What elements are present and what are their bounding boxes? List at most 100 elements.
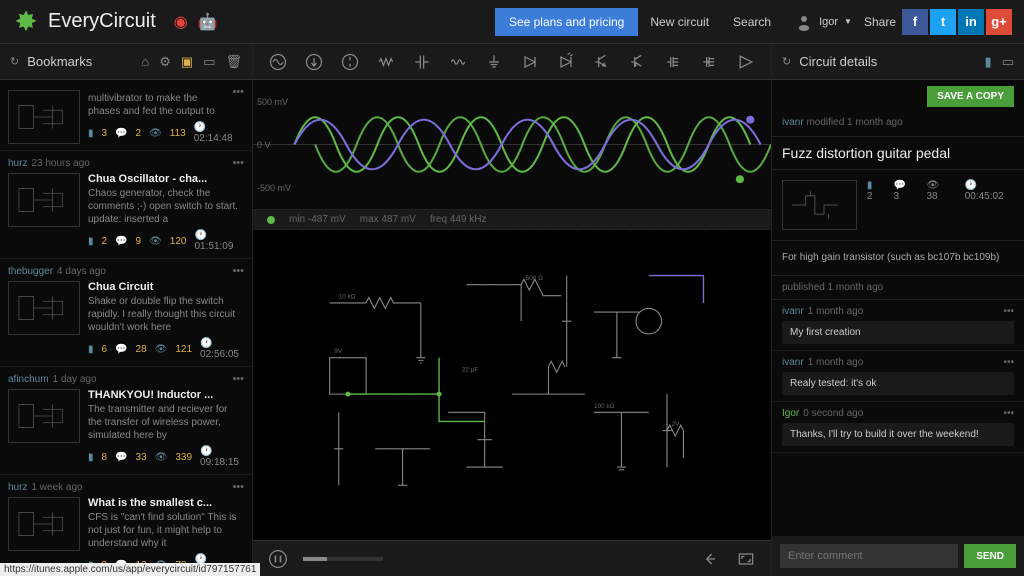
bookmark-author[interactable]: afinchum [8, 374, 49, 385]
comment-author[interactable]: Igor [782, 408, 799, 419]
component-toolbar [253, 44, 771, 80]
more-icon[interactable]: ••• [232, 373, 244, 385]
home-icon[interactable]: ⌂ [141, 54, 149, 69]
comment-body: Realy tested: it's ok [782, 372, 1014, 395]
playback-bar [253, 540, 771, 576]
resistor-icon[interactable] [375, 51, 397, 73]
pnp-icon[interactable] [627, 51, 649, 73]
fullscreen-button[interactable] [735, 548, 757, 570]
comments-list[interactable]: ivanr1 month ago•••My first creationivan… [772, 300, 1024, 536]
undo-button[interactable] [699, 548, 721, 570]
scope-max: max 487 mV [360, 214, 416, 225]
scope-ymax: 500 mV [257, 97, 291, 107]
bookmark-list[interactable]: ••• multivibrator to make the phases and… [0, 80, 252, 576]
bookmark-time: 4 days ago [57, 266, 106, 277]
scope-min: min -487 mV [289, 214, 346, 225]
circuit-author-meta: ivanr modified 1 month ago [772, 113, 1024, 132]
sine-source-icon[interactable] [267, 51, 289, 73]
npn-icon[interactable] [591, 51, 613, 73]
bookmark-icon[interactable]: ▮ [985, 54, 992, 70]
circuit-title: Fuzz distortion guitar pedal [772, 136, 1024, 170]
comment-item: ivanr1 month ago•••My first creation [772, 300, 1024, 351]
circuit-canvas[interactable]: 10 kΩ500 Ω 22 µF100 kΩ 9V2V [253, 230, 771, 540]
svg-text:9V: 9V [334, 348, 343, 355]
save-copy-button[interactable]: SAVE A COPY [927, 86, 1014, 107]
bookmark-author[interactable]: thebugger [8, 266, 53, 277]
svg-text:500 Ω: 500 Ω [526, 275, 543, 282]
new-circuit-link[interactable]: New circuit [650, 15, 709, 29]
bookmark-desc: multivibrator to make the phases and fed… [88, 92, 232, 118]
comment-form: SEND [772, 536, 1024, 576]
plans-pricing-button[interactable]: See plans and pricing [495, 8, 638, 36]
bookmark-item[interactable]: thebugger4 days ago••• Chua CircuitShake… [0, 259, 252, 367]
bookmark-desc: CFS is "can't find solution" This is not… [88, 511, 244, 550]
gear-icon[interactable]: ⚙ [159, 54, 171, 70]
svg-text:22 µF: 22 µF [462, 366, 479, 373]
more-icon[interactable]: ••• [1003, 357, 1014, 368]
more-icon[interactable]: ••• [232, 481, 244, 493]
facebook-button[interactable]: f [902, 9, 928, 35]
comment-author[interactable]: ivanr [782, 357, 804, 368]
comment-icon[interactable]: ▭ [1002, 54, 1014, 70]
details-panel: ↻ Circuit details ▮ ▭ SAVE A COPY ivanr … [771, 44, 1024, 576]
bookmark-item[interactable]: ••• multivibrator to make the phases and… [0, 80, 252, 151]
trash-icon[interactable]: 🗑 [225, 54, 242, 70]
oscilloscope[interactable]: 500 mV 0 V -500 mV [253, 80, 771, 210]
inductor-icon[interactable] [447, 51, 469, 73]
more-icon[interactable]: ••• [1003, 306, 1014, 317]
bookmarks-sidebar: ↻ Bookmarks ⌂ ⚙ ▣ ▭ 🗑 ••• multivibrator … [0, 44, 253, 576]
scope-ymid: 0 V [257, 140, 291, 150]
bookmark-author[interactable]: hurz [8, 482, 27, 493]
android-icon[interactable]: 🤖 [198, 12, 218, 32]
pause-button[interactable] [267, 548, 289, 570]
refresh-icon[interactable]: ↻ [10, 55, 19, 68]
twitter-button[interactable]: t [930, 9, 956, 35]
bookmark-stats: ▮6💬28👁121🕐 02:56:05 [88, 338, 244, 360]
bookmark-item[interactable]: hurz1 week ago••• What is the smallest c… [0, 475, 252, 576]
comment-item: ivanr1 month ago•••Realy tested: it's ok [772, 351, 1024, 402]
capacitor-icon[interactable] [411, 51, 433, 73]
speed-slider[interactable] [303, 557, 383, 561]
opamp-icon[interactable] [735, 51, 757, 73]
comment-body: My first creation [782, 321, 1014, 344]
more-icon[interactable]: ••• [1003, 408, 1014, 419]
comment-author[interactable]: ivanr [782, 306, 804, 317]
ground-icon[interactable] [483, 51, 505, 73]
pmos-icon[interactable] [699, 51, 721, 73]
search-link[interactable]: Search [733, 15, 771, 29]
current-source-icon[interactable] [303, 51, 325, 73]
workspace: 500 mV 0 V -500 mV min -487 mV max 487 m… [253, 44, 771, 576]
send-button[interactable]: SEND [964, 544, 1016, 568]
svg-text:10 kΩ: 10 kΩ [339, 293, 356, 300]
refresh-icon[interactable]: ↻ [782, 55, 791, 68]
led-icon[interactable] [555, 51, 577, 73]
chrome-icon[interactable]: ◉ [174, 12, 188, 32]
comment-input[interactable] [780, 544, 958, 568]
more-icon[interactable]: ••• [232, 157, 244, 169]
more-icon[interactable]: ••• [232, 86, 244, 98]
bookmark-title: THANKYOU! Inductor ... [88, 389, 244, 401]
more-icon[interactable]: ••• [232, 265, 244, 277]
bookmark-author[interactable]: hurz [8, 158, 27, 169]
scope-ymin: -500 mV [257, 183, 291, 193]
bookmark-icon[interactable]: ▣ [181, 54, 193, 70]
trace-indicator-icon [267, 216, 275, 224]
bookmark-stats: ▮3💬2👁113🕐 02:14:48 [88, 122, 232, 144]
diode-icon[interactable] [519, 51, 541, 73]
googleplus-button[interactable]: g+ [986, 9, 1012, 35]
nmos-icon[interactable] [663, 51, 685, 73]
book-icon[interactable]: ▭ [203, 54, 215, 70]
circuit-stats: ▮ 2 💬 3 👁 38 🕐 00:45:02 [867, 180, 1014, 230]
svg-text:2V: 2V [672, 421, 681, 428]
bookmark-time: 1 day ago [53, 374, 97, 385]
circuit-author[interactable]: ivanr [782, 117, 804, 128]
bookmark-item[interactable]: hurz23 hours ago••• Chua Oscillator - ch… [0, 151, 252, 259]
circuit-description: For high gain transistor (such as bc107b… [772, 241, 1024, 276]
bookmark-title: Chua Oscillator - cha... [88, 173, 244, 185]
bookmark-title: What is the smallest c... [88, 497, 244, 509]
bookmark-item[interactable]: afinchum 1 day ago ••• THANKYOU! Inductor … [0, 367, 252, 475]
logo-text: EveryCircuit [48, 10, 156, 33]
voltage-source-icon[interactable] [339, 51, 361, 73]
linkedin-button[interactable]: in [958, 9, 984, 35]
user-menu[interactable]: Igor ▼ [795, 13, 852, 31]
